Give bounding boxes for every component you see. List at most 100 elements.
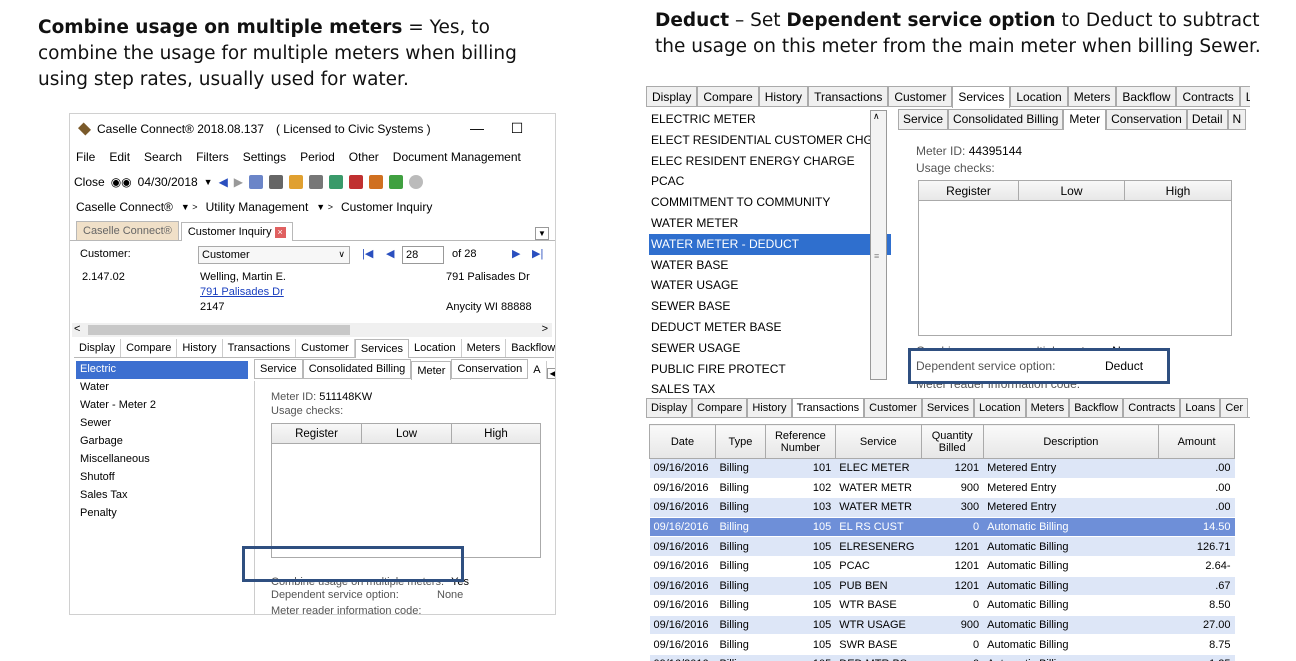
list-item[interactable]: ELEC RESIDENT ENERGY CHARGE [649, 151, 891, 172]
close-button[interactable]: Close [74, 175, 105, 189]
tab-transactions[interactable]: Transactions [808, 86, 889, 106]
menu-other[interactable]: Other [349, 150, 379, 164]
tab-location[interactable]: Location [1010, 86, 1068, 106]
list-item[interactable]: SEWER USAGE [649, 338, 891, 359]
record-number-input[interactable]: 28 [402, 246, 444, 264]
tab-service[interactable]: Service [898, 109, 949, 130]
table-row[interactable]: 09/16/2016Billing105DED MTR BS0Automatic… [649, 654, 1235, 661]
list-item[interactable]: SEWER BASE [649, 296, 891, 317]
list-item[interactable]: PUBLIC FIRE PROTECT [649, 359, 891, 380]
tab-conservation[interactable]: Conservation [1106, 109, 1187, 130]
list-item[interactable]: DEDUCT METER BASE [649, 317, 891, 338]
table-row[interactable]: 09/16/2016 Billing 105 ELRESENERG 1201 Automa… [649, 536, 1235, 557]
help-icon[interactable] [409, 174, 424, 189]
table-row[interactable]: 09/16/2016 Billing 105 EL RS CUST 0 Automatic… [649, 517, 1235, 538]
tab-meters[interactable]: Meters [462, 339, 507, 357]
col-amount[interactable]: Amount [1158, 424, 1235, 459]
table-row[interactable]: 09/16/2016 Billing 105 PUB BEN 1201 Automatic… [649, 576, 1235, 597]
menu-document-management[interactable]: Document Management [393, 150, 521, 164]
export-icon[interactable] [289, 174, 304, 189]
list-item[interactable]: COMMITMENT TO COMMUNITY [649, 192, 891, 213]
tab-scroll-arrows-icon[interactable]: ◀▶ [546, 368, 555, 379]
table-row[interactable]: 09/16/2016 Billing 102 WATER METR 900 Metered… [649, 478, 1235, 499]
tab-location[interactable]: Location [974, 398, 1026, 417]
col-reference-number[interactable]: Reference Number [764, 424, 836, 459]
menu-filters[interactable]: Filters [196, 150, 229, 164]
tab-meters[interactable]: Meters [1067, 86, 1117, 106]
tab-backflow[interactable]: Backflow [1069, 398, 1124, 417]
table-row[interactable]: 09/16/2016 Billing 101 ELEC METER 1201 Metere… [649, 458, 1235, 479]
tools-icon[interactable] [349, 174, 364, 189]
address-link[interactable]: 791 Palisades Dr [200, 285, 284, 300]
tab-caselle-connect[interactable]: Caselle Connect® [76, 221, 179, 240]
tab-consolidated-billing[interactable]: Consolidated Billing [948, 109, 1064, 130]
tab-detail[interactable]: Detail [1186, 109, 1228, 130]
dependent-value[interactable]: Deduct [1105, 359, 1143, 373]
scroll-grip-icon[interactable]: ≡ [874, 251, 879, 261]
dependent-value[interactable]: None [437, 589, 463, 601]
binoculars-icon[interactable]: ◉◉ [111, 175, 132, 189]
tab-history[interactable]: History [177, 339, 223, 357]
scroll-up-icon[interactable]: ∧ [873, 111, 880, 122]
tab-n[interactable]: N [1227, 109, 1247, 130]
menu-settings[interactable]: Settings [243, 150, 286, 164]
menu-search[interactable]: Search [144, 150, 182, 164]
tab-customer[interactable]: Customer [864, 398, 922, 417]
tab-consolidated-billing[interactable]: Consolidated Billing [302, 359, 412, 379]
list-item[interactable]: Water - Meter 2 [76, 397, 248, 415]
list-item[interactable]: Water [76, 379, 248, 397]
print-icon[interactable] [269, 174, 284, 189]
date-field[interactable]: 04/30/2018 [138, 175, 198, 189]
close-icon[interactable]: × [274, 227, 286, 238]
list-item[interactable]: SALES TAX [649, 379, 891, 399]
list-item[interactable]: WATER BASE [649, 255, 891, 276]
tab-contracts[interactable]: Contracts [1123, 398, 1181, 417]
tab-meter[interactable]: Meter [1063, 109, 1107, 130]
chevron-down-icon[interactable]: ▼ [204, 177, 213, 187]
dropdown-icon[interactable]: ▼ [535, 227, 549, 240]
table-row[interactable]: 09/16/2016 Billing 105 SWR BASE 0 Automatic B… [649, 634, 1235, 655]
breadcrumb-item-caselle[interactable]: Caselle Connect® [76, 200, 173, 214]
customer-select[interactable]: Customer ∨ [198, 246, 350, 264]
tab-compare[interactable]: Compare [697, 86, 759, 106]
chat-icon[interactable] [389, 174, 404, 189]
tab-a[interactable]: A [528, 361, 547, 379]
list-item[interactable]: WATER METER [649, 213, 891, 234]
list-item[interactable]: Sales Tax [76, 487, 248, 505]
tab-customer-inquiry[interactable]: Customer Inquiry × [180, 222, 293, 241]
prev-record-icon[interactable]: ◀ [386, 247, 394, 260]
tab-display[interactable]: Display [646, 398, 693, 417]
tab-meter[interactable]: Meter [411, 361, 452, 380]
tab-conservation[interactable]: Conservation [451, 359, 529, 379]
scroll-left-icon[interactable]: < [74, 323, 80, 335]
tab-display[interactable]: Display [646, 86, 698, 106]
list-item[interactable]: ELECT RESIDENTIAL CUSTOMER CHG [649, 130, 891, 151]
list-item[interactable]: Garbage [76, 433, 248, 451]
tab-services[interactable]: Services [921, 398, 974, 417]
table-row[interactable]: 09/16/2016 Billing 103 WATER METR 300 Metered… [649, 497, 1235, 518]
tab-services[interactable]: Services [354, 339, 409, 358]
tab-display[interactable]: Display [74, 339, 122, 357]
notes-icon[interactable] [329, 174, 344, 189]
col-type[interactable]: Type [714, 424, 766, 459]
tab-service[interactable]: Service [254, 359, 303, 379]
breadcrumb-item-inquiry[interactable]: Customer Inquiry [341, 200, 432, 214]
menu-edit[interactable]: Edit [109, 150, 130, 164]
tab-backflow[interactable]: Backflow [506, 339, 555, 357]
next-record-icon[interactable]: ▶ [512, 247, 520, 260]
vertical-scrollbar[interactable]: ∧ ≡ [870, 110, 887, 380]
tab-lo[interactable]: Lo [1239, 86, 1250, 106]
tab-cer[interactable]: Cer [1220, 398, 1249, 417]
first-record-icon[interactable]: |◀ [362, 247, 373, 260]
users-icon[interactable] [369, 174, 384, 189]
col-description[interactable]: Description [982, 424, 1160, 459]
minimize-button[interactable]: — [468, 120, 486, 136]
list-item[interactable]: Miscellaneous [76, 451, 248, 469]
tab-services[interactable]: Services [952, 86, 1011, 108]
scroll-thumb[interactable] [88, 325, 350, 335]
list-item[interactable]: ELECTRIC METER [649, 109, 891, 130]
col-date[interactable]: Date [649, 424, 716, 459]
last-record-icon[interactable]: ▶| [532, 247, 543, 260]
col-service[interactable]: Service [834, 424, 922, 459]
tab-transactions[interactable]: Transactions [791, 398, 865, 417]
